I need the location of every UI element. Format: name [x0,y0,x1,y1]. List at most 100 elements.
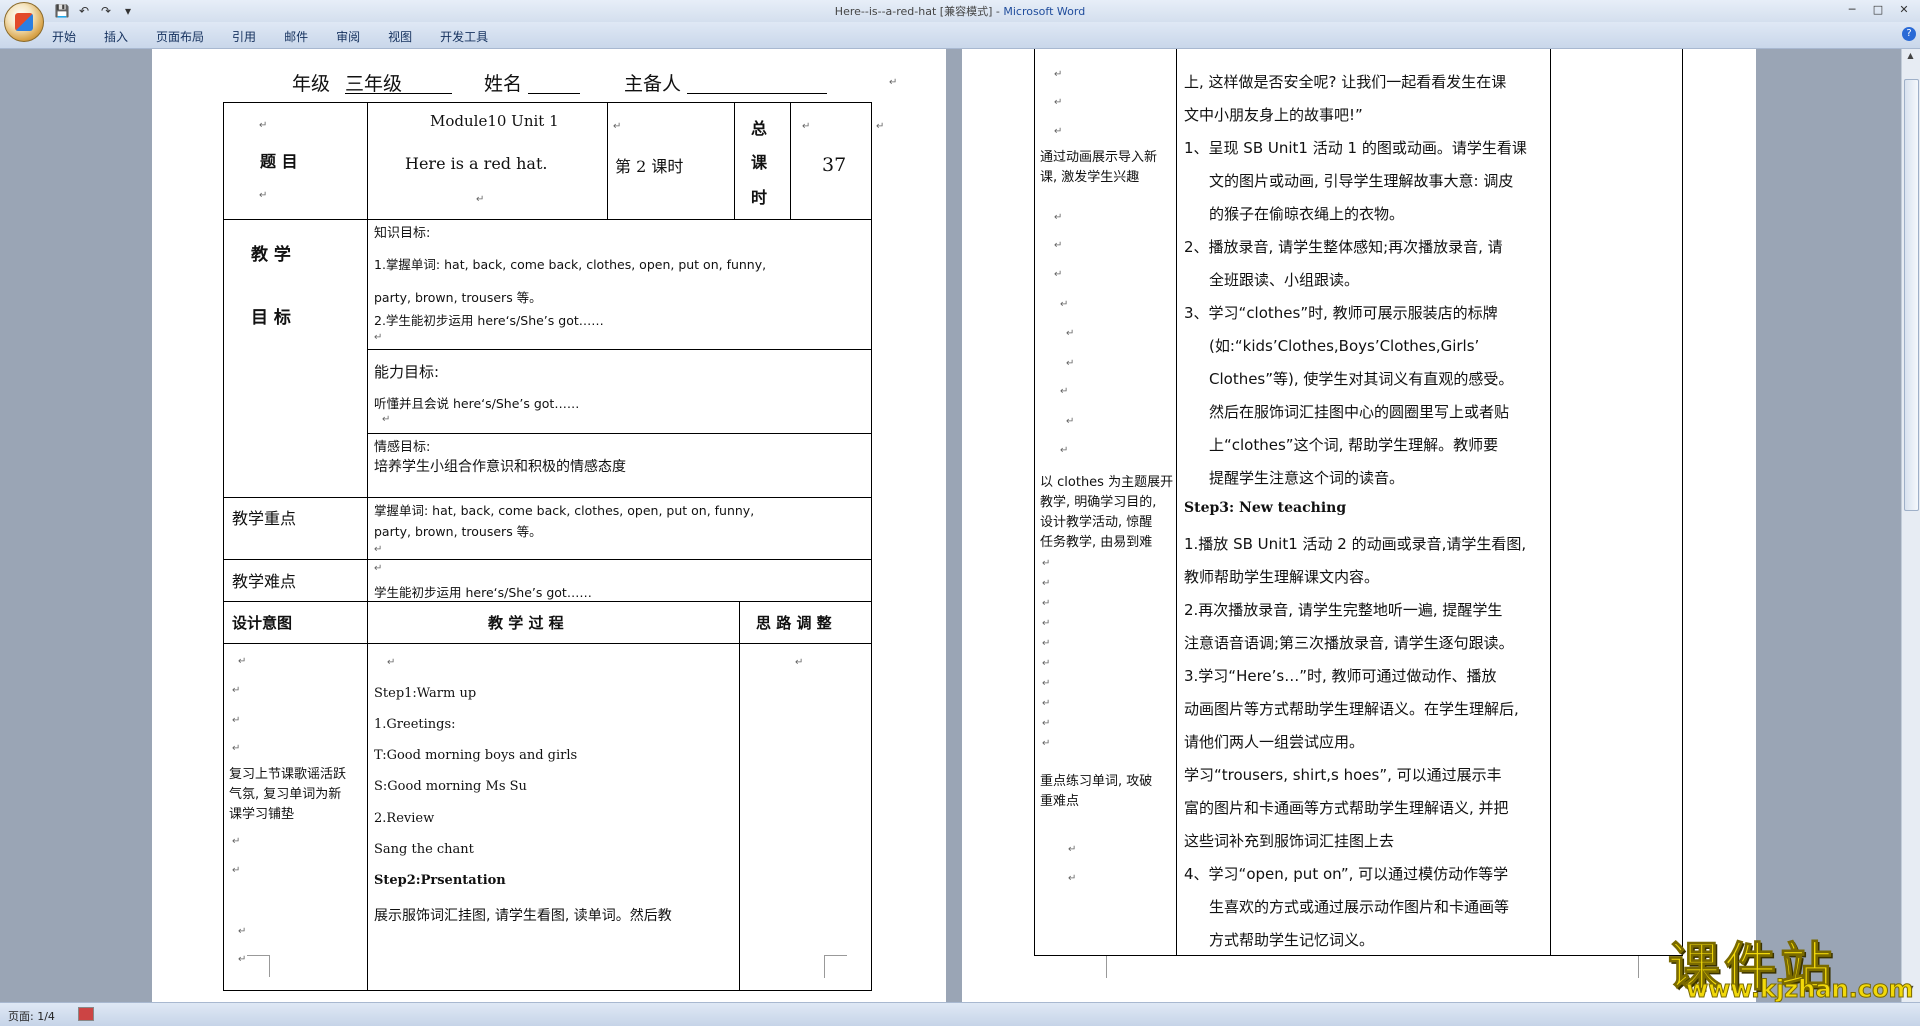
topic-label: 题 目 [260,152,298,171]
page-count[interactable]: 页面: 1/4 [8,1008,55,1024]
help-icon[interactable]: ? [1902,27,1916,41]
paragraph-mark: ↵ [1042,698,1051,709]
knowledge-2: 2.学生能初步运用 here‘s/She’s got…… [374,313,604,328]
underline [345,93,452,94]
table-border [734,102,735,219]
left-note-2c: 设计教学活动, 惊醒 [1040,515,1153,530]
paragraph-mark: ↵ [259,190,268,201]
paragraph-mark: ↵ [1054,240,1063,251]
paragraph-mark: ↵ [1042,618,1051,629]
paragraph-mark: ↵ [1042,578,1051,589]
paragraph-mark: ↵ [1060,299,1069,310]
proofing-icon[interactable] [78,1007,94,1021]
emotion-title: 情感目标: [374,440,431,455]
process-6: Sang the chant [374,842,474,857]
left-note-3a: 重点练习单词, 攻破 [1040,774,1153,789]
process-5: 2.Review [374,811,435,826]
window-controls: ─ □ ✕ [1840,2,1916,18]
goal-label-2: 目 标 [251,308,291,328]
paragraph-mark: ↵ [1042,598,1051,609]
body-line: 1.播放 SB Unit1 活动 2 的动画或录音,请学生看图, [1184,535,1527,553]
maximize-button[interactable]: □ [1866,2,1890,18]
period-label: 第 2 课时 [615,157,684,176]
body-line: 的猴子在偷晾衣绳上的衣物。 [1209,205,1405,223]
paragraph-mark: ↵ [1042,658,1051,669]
office-logo-icon [15,13,33,31]
paragraph-mark: ↵ [1054,69,1063,80]
crop-mark [824,955,847,978]
paragraph-mark: ↵ [238,656,247,667]
paragraph-mark: ↵ [259,120,268,131]
ability-text: 听懂并且会说 here‘s/She’s got…… [374,396,580,411]
total-label-1: 总 [751,119,768,138]
ribbon: 开始 插入 页面布局 引用 邮件 审阅 视图 开发工具 ? [0,22,1920,49]
key-1: 掌握单词: hat, back, come back, clothes, ope… [374,503,755,518]
tab-home[interactable]: 开始 [52,28,76,45]
body-line: 1、呈现 SB Unit1 活动 1 的图或动画。请学生看课 [1184,139,1527,157]
grade-value: 三年级 [345,73,403,95]
tab-mailings[interactable]: 邮件 [284,28,308,45]
paragraph-mark: ↵ [232,743,241,754]
tab-page-layout[interactable]: 页面布局 [156,28,204,45]
preparer-label: 主备人 [624,73,682,95]
table-border [223,102,872,103]
page-1: 年级 三年级 姓名 主备人 ↵ ↵ 题 目 ↵ Module10 Unit 1 … [152,49,946,1002]
body-line: 上“clothes”这个词, 帮助学生理解。教师要 [1209,436,1499,454]
body-line: 提醒学生注意这个词的读音。 [1209,469,1405,487]
key-2: party, brown, trousers 等。 [374,524,542,539]
paragraph-mark: ↵ [795,657,804,668]
body-line: 文的图片或动画, 引导学生理解故事大意: 调皮 [1209,172,1514,190]
table-border [1550,49,1551,956]
status-bar: 页面: 1/4 [0,1002,1920,1026]
emotion-text: 培养学生小组合作意识和积极的情感态度 [374,459,626,475]
table-border [871,102,872,991]
table-border [1034,955,1683,956]
paragraph-mark: ↵ [1068,873,1077,884]
minimize-button[interactable]: ─ [1840,2,1864,18]
paragraph-mark: ↵ [613,121,622,132]
tab-view[interactable]: 视图 [388,28,412,45]
paragraph-mark: ↵ [232,685,241,696]
body-line: 3.学习“Here’s…”时, 教师可通过做动作、播放 [1184,667,1497,685]
paragraph-mark: ↵ [889,77,898,88]
tab-developer[interactable]: 开发工具 [440,28,488,45]
paragraph-mark: ↵ [1042,718,1051,729]
body-line: 3、学习“clothes”时, 教师可展示服装店的标牌 [1184,304,1498,322]
paragraph-mark: ↵ [1054,212,1063,223]
scroll-up-icon[interactable]: ▲ [1904,51,1917,63]
table-border [223,601,872,602]
office-button[interactable] [4,2,44,42]
tab-references[interactable]: 引用 [232,28,256,45]
left-note-3b: 重难点 [1040,794,1080,809]
paragraph-mark: ↵ [1066,416,1075,427]
process-1: Step1:Warm up [374,686,477,701]
table-border [223,497,872,498]
close-button[interactable]: ✕ [1892,2,1916,18]
left-note-2d: 任务教学, 由易到难 [1040,535,1153,550]
paragraph-mark: ↵ [238,926,247,937]
vertical-scrollbar[interactable]: ▲ ▼ [1901,49,1920,1002]
left-note-2b: 教学, 明确学习目的, [1040,495,1157,510]
name-label: 姓名 [484,73,523,95]
col-adjust: 思 路 调 整 [756,614,832,632]
table-border [367,102,368,991]
knowledge-title: 知识目标: [374,226,431,241]
tab-insert[interactable]: 插入 [104,28,128,45]
difficulty-text: 学生能初步运用 here‘s/She’s got…… [374,585,592,600]
grade-label: 年级 [292,73,331,95]
tab-review[interactable]: 审阅 [336,28,360,45]
topic-line1: Module10 Unit 1 [430,112,559,130]
scroll-thumb[interactable] [1904,79,1919,511]
process-2: 1.Greetings: [374,717,456,732]
table-border [367,349,872,350]
process-4: S:Good morning Ms Su [374,779,527,794]
col-design: 设计意图 [232,614,293,632]
process-3: T:Good morning boys and girls [374,748,578,763]
paragraph-mark: ↵ [1042,638,1051,649]
body-line: 文中小朋友身上的故事吧!” [1184,106,1363,124]
paragraph-mark: ↵ [1066,358,1075,369]
paragraph-mark: ↵ [476,194,485,205]
total-label-3: 时 [751,188,768,207]
table-border [223,559,872,560]
body-line: 2.再次播放录音, 请学生完整地听一遍, 提醒学生 [1184,601,1503,619]
